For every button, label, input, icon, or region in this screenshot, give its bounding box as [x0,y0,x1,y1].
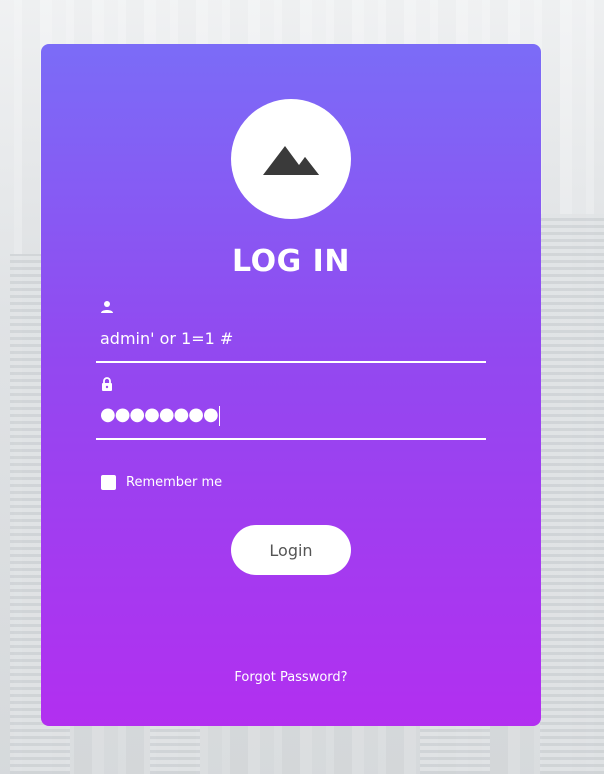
user-icon [101,301,113,313]
login-button[interactable]: Login [231,525,351,575]
logo-avatar [231,99,351,219]
page-title: LOG IN [232,244,350,279]
remember-checkbox[interactable] [101,475,116,490]
mountain-icon [263,146,319,175]
remember-label: Remember me [126,475,223,490]
username-field[interactable]: admin' or 1=1 # [96,300,486,364]
password-field[interactable]: ●●●●●●●● [96,377,486,441]
login-card: LOG IN admin' or 1=1 # ●●●●●●●● Remember… [41,44,541,726]
password-mask: ●●●●●●●● [100,404,219,425]
text-caret [218,405,220,426]
remember-me[interactable]: Remember me [101,475,222,490]
password-underline [96,438,486,440]
password-input[interactable]: ●●●●●●●● [100,404,480,426]
lock-icon [102,377,112,391]
username-underline [96,361,486,363]
forgot-password-link[interactable]: Forgot Password? [41,670,541,685]
username-input[interactable]: admin' or 1=1 # [100,329,480,348]
